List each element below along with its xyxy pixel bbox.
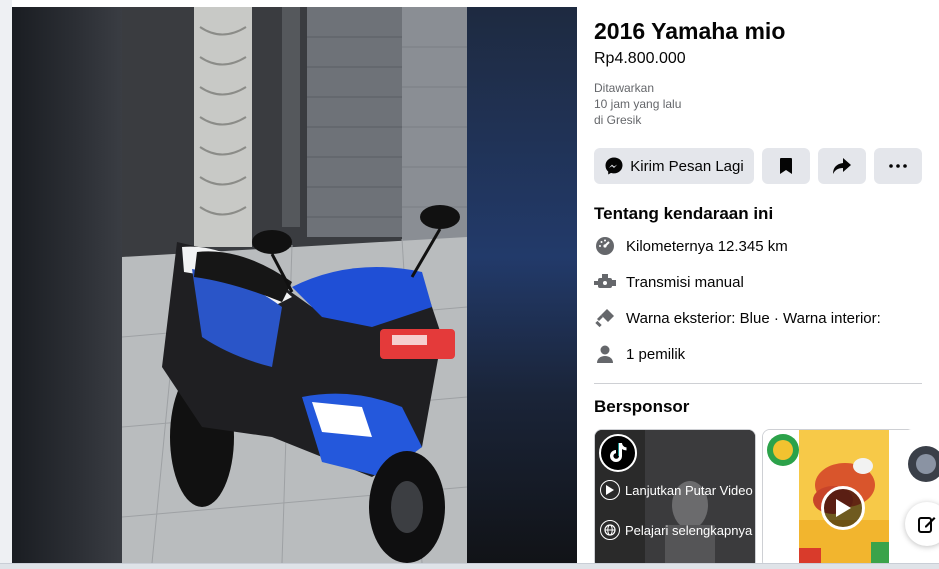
section-divider: [594, 383, 922, 384]
ad-partial-thumbnail: [908, 446, 939, 482]
share-button[interactable]: [818, 148, 866, 184]
marketplace-listing: 2016 Yamaha mio Rp4.800.000 Ditawarkan 1…: [0, 0, 939, 569]
listing-photo[interactable]: [12, 7, 577, 563]
page-edge: [0, 0, 12, 569]
spec-color-text: Warna eksterior: Blue · Warna interior:: [626, 309, 881, 327]
listing-details-panel: 2016 Yamaha mio Rp4.800.000 Ditawarkan 1…: [577, 0, 939, 563]
sponsored-card-food[interactable]: [762, 429, 924, 563]
spec-transmission-text: Transmisi manual: [626, 273, 744, 291]
spec-owners: 1 pemilik: [594, 342, 685, 366]
person-icon: [594, 343, 616, 365]
globe-icon: [600, 520, 620, 540]
spec-mileage-text: Kilometernya 12.345 km: [626, 237, 788, 255]
continue-video-button[interactable]: Lanjutkan Putar Video: [600, 480, 753, 500]
spec-color: Warna eksterior: Blue · Warna interior:: [594, 306, 881, 330]
motorcycle-photo: [122, 7, 467, 563]
play-circle-icon: [600, 480, 620, 500]
listing-time: 10 jam yang lalu: [594, 97, 682, 111]
learn-more-button[interactable]: Pelajari selengkapnya: [600, 520, 752, 540]
paint-icon: [594, 307, 616, 329]
listing-location[interactable]: di Gresik: [594, 113, 641, 127]
send-message-label: Kirim Pesan Lagi: [630, 157, 744, 175]
about-vehicle-heading: Tentang kendaraan ini: [594, 204, 774, 223]
photo-blur-right: [467, 7, 577, 563]
more-icon: [889, 164, 907, 168]
tiktok-icon: [599, 434, 637, 472]
speedometer-icon: [594, 235, 616, 257]
play-icon[interactable]: [821, 486, 865, 530]
send-message-button[interactable]: Kirim Pesan Lagi: [594, 148, 754, 184]
bottom-scroll-edge: [0, 563, 939, 569]
listing-offered: Ditawarkan: [594, 81, 655, 95]
spec-transmission: Transmisi manual: [594, 270, 744, 294]
spec-owners-text: 1 pemilik: [626, 345, 686, 363]
sponsored-card-video[interactable]: Lanjutkan Putar Video Pelajari selengkap…: [594, 429, 756, 563]
more-options-button[interactable]: [874, 148, 922, 184]
transmission-icon: [594, 271, 616, 293]
edit-icon: [918, 517, 936, 533]
listing-price: Rp4.800.000: [594, 50, 686, 67]
spec-mileage: Kilometernya 12.345 km: [594, 234, 788, 258]
listing-title: 2016 Yamaha mio: [594, 18, 786, 44]
continue-video-label: Lanjutkan Putar Video: [625, 482, 753, 498]
messenger-icon: [605, 157, 623, 175]
bookmark-icon: [780, 158, 792, 174]
photo-blur-left: [12, 7, 122, 563]
save-button[interactable]: [762, 148, 810, 184]
learn-more-label: Pelajari selengkapnya: [625, 522, 753, 538]
share-icon: [833, 158, 851, 174]
sponsored-heading: Bersponsor: [594, 397, 690, 416]
